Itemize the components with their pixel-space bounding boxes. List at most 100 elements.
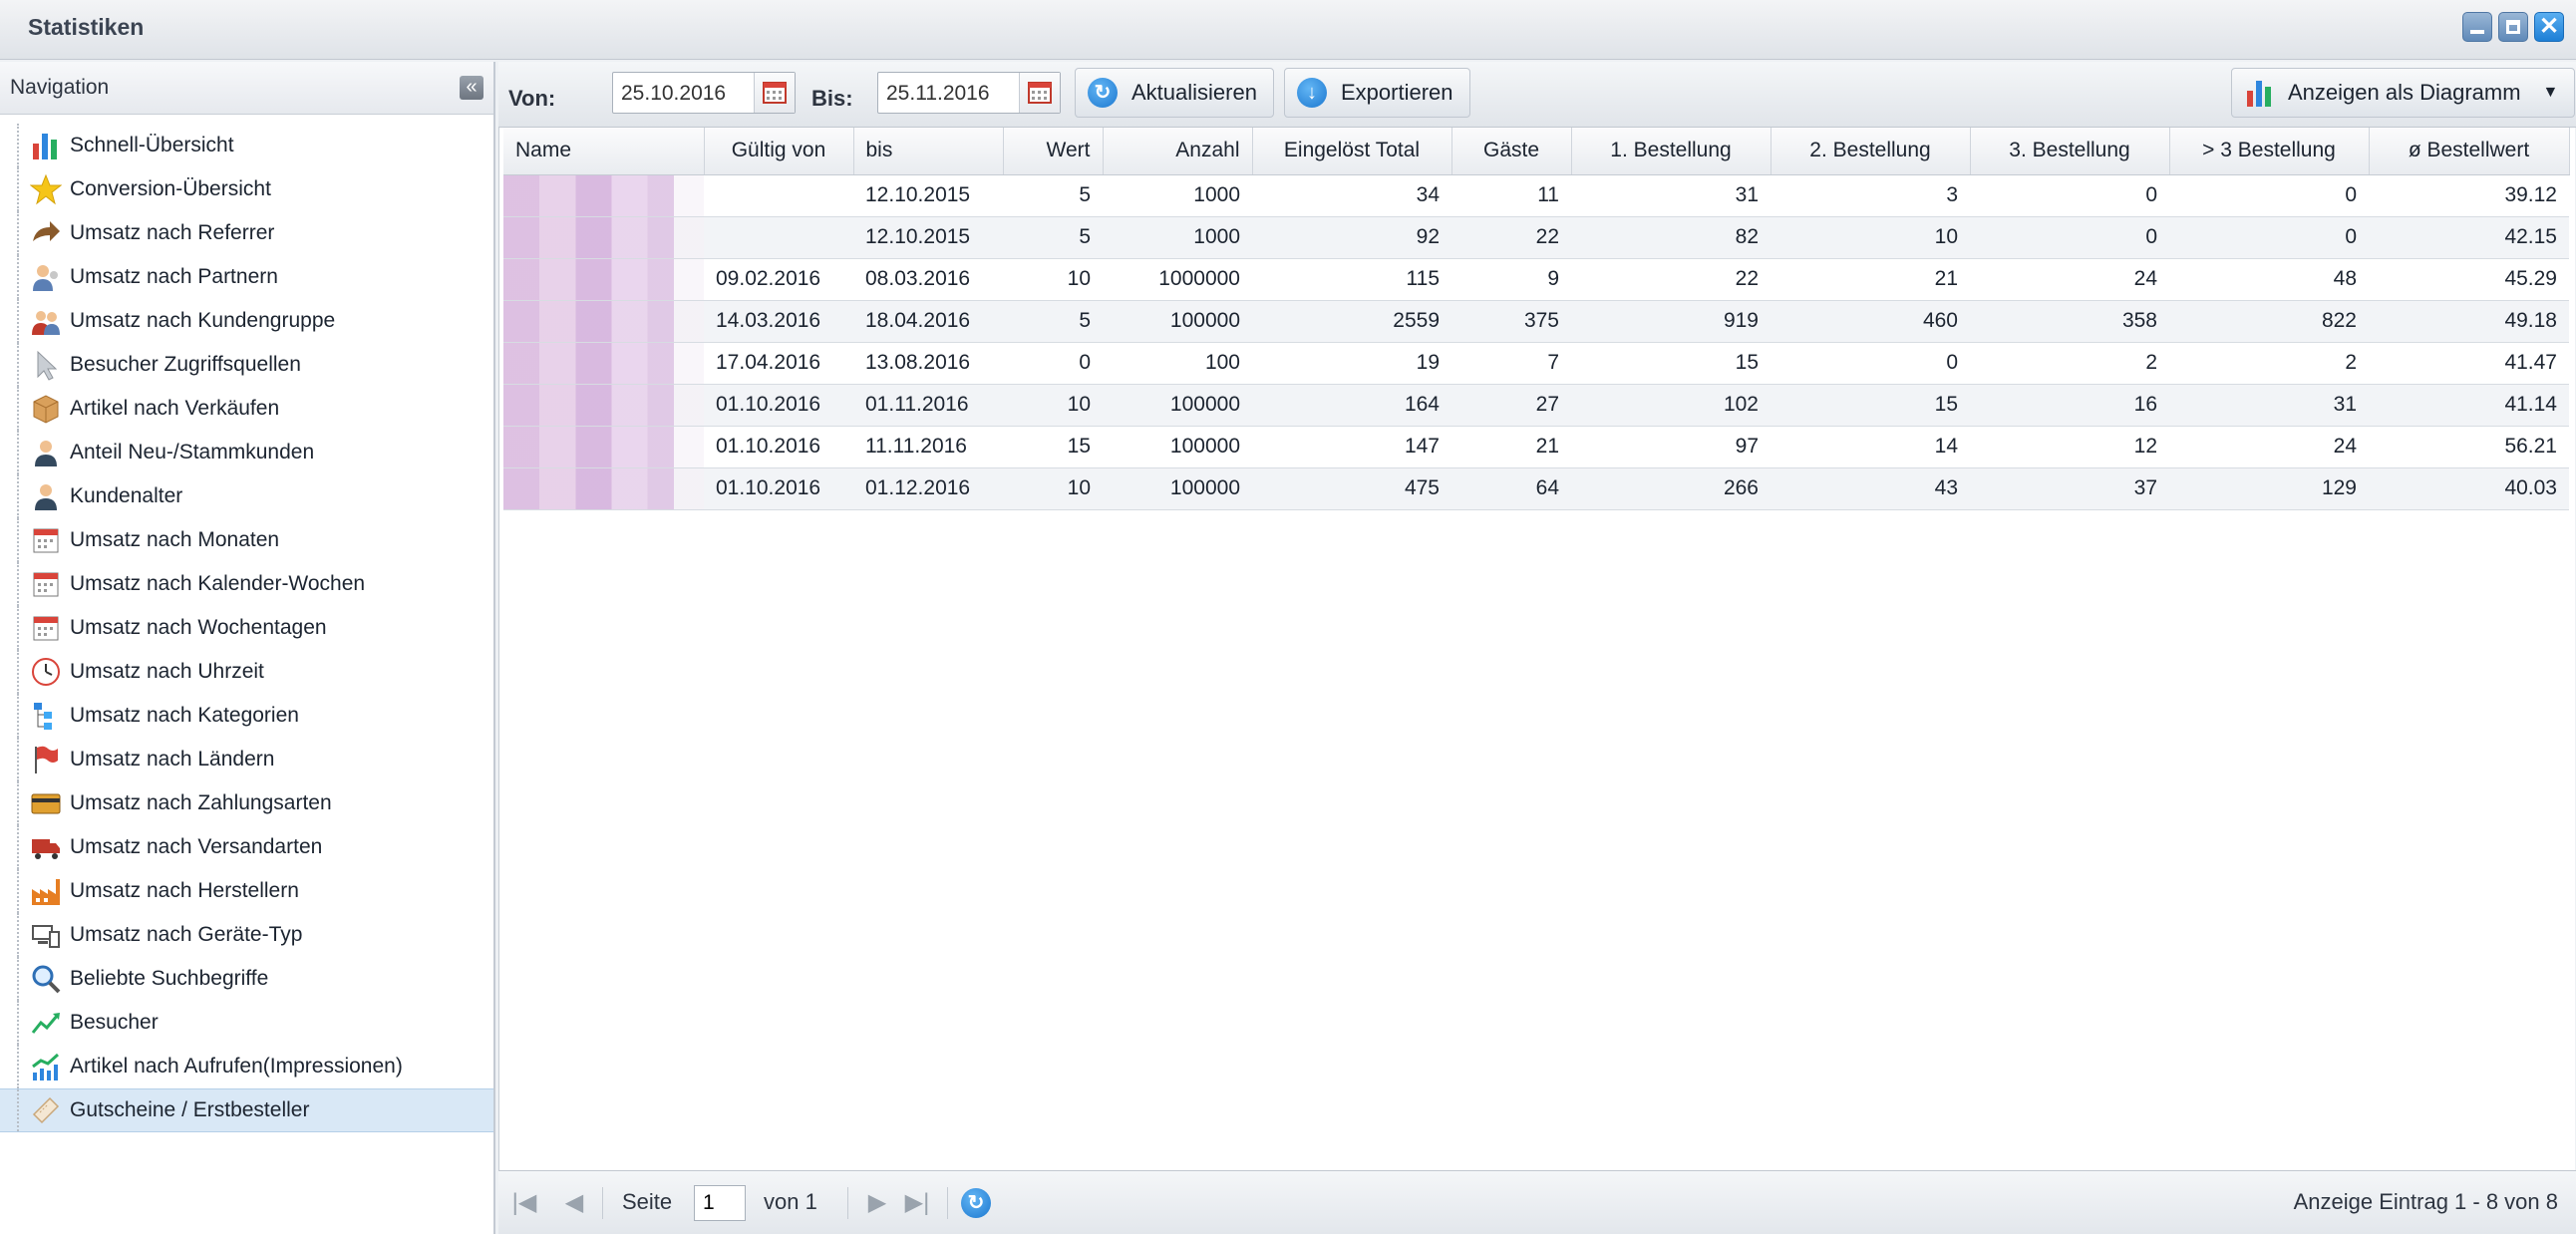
sidebar-item[interactable]: Umsatz nach Wochentagen — [0, 606, 493, 650]
sidebar-item[interactable]: Gutscheine / Erstbesteller — [0, 1088, 493, 1132]
column-header[interactable]: Name — [503, 128, 705, 175]
sidebar-item[interactable]: Anteil Neu-/Stammkunden — [0, 431, 493, 474]
maximize-button[interactable] — [2498, 12, 2528, 42]
ticket-icon — [30, 1094, 62, 1126]
sidebar-item[interactable]: Besucher Zugriffsquellen — [0, 343, 493, 387]
von-date-field[interactable] — [612, 72, 796, 114]
table-cell: 0 — [1970, 216, 2169, 259]
sidebar-item[interactable]: Kundenalter — [0, 474, 493, 518]
minimize-icon — [2470, 30, 2484, 34]
table-cell: 100000 — [1103, 426, 1252, 468]
table-cell: 14 — [1771, 426, 1970, 468]
bis-date-field[interactable] — [877, 72, 1061, 114]
table-cell: 45.29 — [2369, 258, 2569, 301]
von-date-input[interactable] — [619, 79, 763, 109]
table-cell: 31 — [1571, 174, 1771, 217]
table-cell — [704, 174, 853, 217]
sidebar-item[interactable]: Artikel nach Aufrufen(Impressionen) — [0, 1045, 493, 1088]
calendar-icon — [763, 82, 787, 104]
column-header[interactable]: bis — [853, 128, 1004, 175]
sidebar-item[interactable]: Umsatz nach Ländern — [0, 738, 493, 781]
table-row[interactable]: 12.10.2015 5 1000 92 22 82 10 0 0 42.15 — [503, 216, 2569, 259]
sidebar-item[interactable]: Umsatz nach Herstellern — [0, 869, 493, 913]
column-header[interactable]: Anzahl — [1103, 128, 1253, 175]
previous-page-icon[interactable]: ◀ — [560, 1189, 588, 1217]
sidebar-item[interactable]: Umsatz nach Kalender-Wochen — [0, 562, 493, 606]
sidebar-item[interactable]: Umsatz nach Referrer — [0, 211, 493, 255]
minimize-button[interactable] — [2462, 12, 2492, 42]
table-row[interactable]: 01.10.2016 11.11.2016 15 100000 147 21 97 14 12 2… — [503, 426, 2569, 468]
table-row[interactable]: 12.10.2015 5 1000 34 11 31 3 0 0 39.12 — [503, 174, 2569, 217]
table-cell: 12.10.2015 — [853, 174, 1003, 217]
collapse-panel-button[interactable]: « — [460, 76, 483, 100]
table-cell: 12 — [1970, 426, 2169, 468]
table-cell: 1000000 — [1103, 258, 1252, 301]
sidebar-item[interactable]: Umsatz nach Zahlungsarten — [0, 781, 493, 825]
sidebar-item[interactable]: Umsatz nach Versandarten — [0, 825, 493, 869]
table-cell: 1000 — [1103, 174, 1252, 217]
table-cell: 01.10.2016 — [704, 384, 853, 427]
table-row[interactable]: 14.03.2016 18.04.2016 5 100000 2559 375 919 460… — [503, 300, 2569, 343]
reload-icon[interactable]: ↻ — [961, 1188, 991, 1218]
sidebar-item[interactable]: Umsatz nach Monaten — [0, 518, 493, 562]
sidebar-item[interactable]: Umsatz nach Kategorien — [0, 694, 493, 738]
sidebar-item[interactable]: Beliebte Suchbegriffe — [0, 957, 493, 1001]
table-cell: 11 — [1451, 174, 1571, 217]
table-cell: 5 — [1003, 174, 1103, 217]
close-button[interactable]: ✕ — [2534, 12, 2564, 42]
export-button[interactable]: ↓ Exportieren — [1284, 68, 1470, 118]
table-cell: 01.10.2016 — [704, 467, 853, 510]
table-cell: 129 — [2169, 467, 2369, 510]
column-header[interactable]: ø Bestellwert — [2369, 128, 2570, 175]
show-as-chart-button[interactable]: Anzeigen als Diagramm ▼ — [2231, 68, 2576, 118]
box-icon — [30, 393, 62, 425]
bis-calendar-button[interactable] — [1019, 73, 1060, 113]
refresh-button[interactable]: ↻ Aktualisieren — [1075, 68, 1274, 118]
table-row[interactable]: 17.04.2016 13.08.2016 0 100 19 7 15 0 2 2 41.47 — [503, 342, 2569, 385]
column-header[interactable]: Wert — [1003, 128, 1104, 175]
table-cell: 41.47 — [2369, 342, 2569, 385]
table-row[interactable]: 01.10.2016 01.11.2016 10 100000 164 27 102 15 16… — [503, 384, 2569, 427]
column-header[interactable]: Eingelöst Total — [1252, 128, 1452, 175]
table-cell: 21 — [1451, 426, 1571, 468]
sidebar-item-label: Umsatz nach Kategorien — [70, 704, 299, 727]
navigation-panel: Navigation « Schnell-Übersicht Conversion… — [0, 62, 495, 1234]
table-cell: 37 — [1970, 467, 2169, 510]
table-cell: 17.04.2016 — [704, 342, 853, 385]
column-header[interactable]: Gäste — [1451, 128, 1572, 175]
sidebar-item[interactable]: Besucher — [0, 1001, 493, 1045]
sidebar-item[interactable]: Conversion-Übersicht — [0, 167, 493, 211]
column-header[interactable]: > 3 Bestellung — [2169, 128, 2370, 175]
table-row[interactable]: 01.10.2016 01.12.2016 10 100000 475 64 266 43 37… — [503, 467, 2569, 510]
table-cell: 01.11.2016 — [853, 384, 1003, 427]
first-page-icon[interactable]: |◀ — [510, 1189, 538, 1217]
table-header-row: Name Gültig von bis Wert Anzahl Eingelöst Tot… — [503, 128, 2570, 175]
sidebar-item[interactable]: Umsatz nach Uhrzeit — [0, 650, 493, 694]
page-label: Seite — [622, 1189, 673, 1214]
sidebar-item[interactable]: Artikel nach Verkäufen — [0, 387, 493, 431]
star-icon — [29, 173, 63, 205]
trend-bars-icon — [30, 1051, 62, 1082]
sidebar-item[interactable]: Umsatz nach Kundengruppe — [0, 299, 493, 343]
table-cell: 0 — [1003, 342, 1103, 385]
sidebar-item-label: Umsatz nach Versandarten — [70, 835, 323, 858]
sidebar-item[interactable]: Schnell-Übersicht — [0, 124, 493, 167]
column-header[interactable]: Gültig von — [704, 128, 854, 175]
next-page-icon[interactable]: ▶ — [863, 1189, 891, 1217]
table-cell: 0 — [1771, 342, 1970, 385]
sidebar-item-label: Umsatz nach Kundengruppe — [70, 309, 336, 332]
column-header[interactable]: 2. Bestellung — [1771, 128, 1971, 175]
column-header[interactable]: 3. Bestellung — [1970, 128, 2170, 175]
sidebar-item[interactable]: Umsatz nach Partnern — [0, 255, 493, 299]
sidebar-item[interactable]: Umsatz nach Geräte-Typ — [0, 913, 493, 957]
name-cell-redacted — [503, 258, 704, 301]
sidebar-item-label: Umsatz nach Kalender-Wochen — [70, 572, 366, 595]
last-page-icon[interactable]: ▶| — [903, 1189, 931, 1217]
bis-date-input[interactable] — [884, 79, 1028, 109]
von-calendar-button[interactable] — [754, 73, 795, 113]
page-number-input[interactable] — [694, 1185, 746, 1221]
table-cell: 11.11.2016 — [853, 426, 1003, 468]
table-row[interactable]: 09.02.2016 08.03.2016 10 1000000 115 9 22 21 24 4… — [503, 258, 2569, 301]
column-header[interactable]: 1. Bestellung — [1571, 128, 1771, 175]
table-cell: 7 — [1451, 342, 1571, 385]
